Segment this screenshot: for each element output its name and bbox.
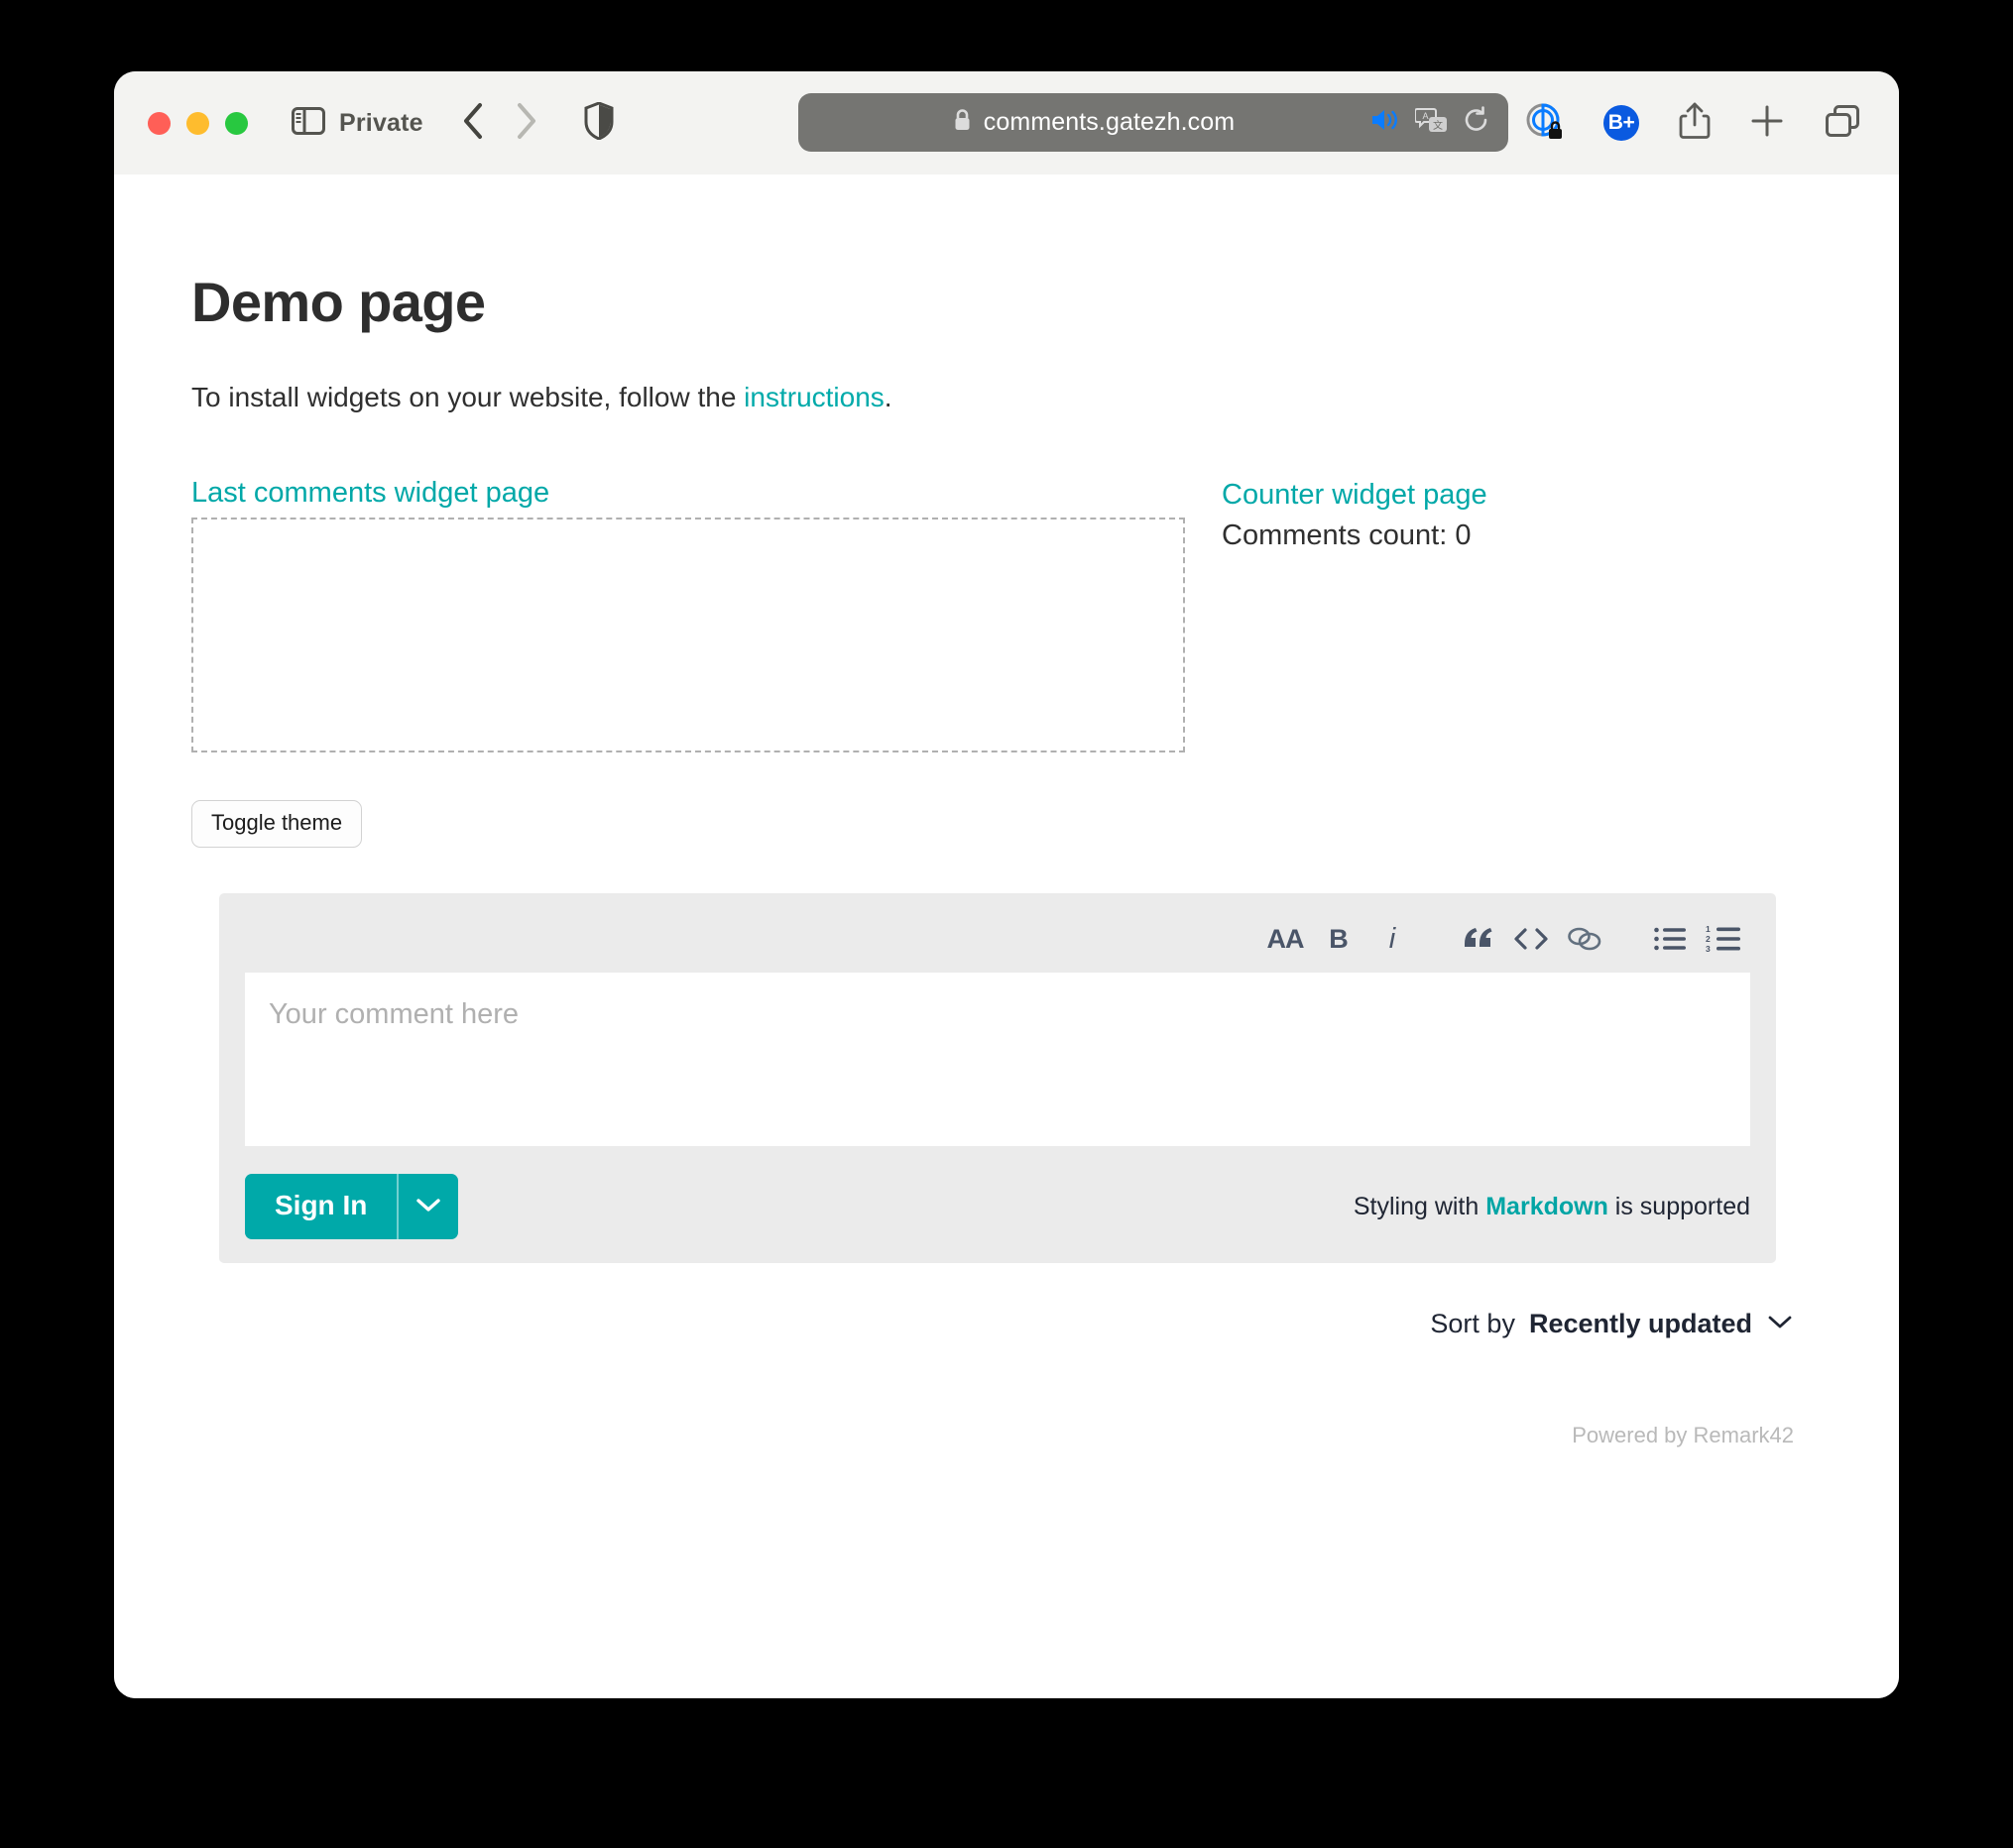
svg-text:3: 3 bbox=[1706, 944, 1711, 953]
font-size-label: AA bbox=[1266, 923, 1305, 954]
widgets-row: Last comments widget page Counter widget… bbox=[191, 477, 1822, 753]
bold-icon[interactable]: B bbox=[1312, 916, 1365, 962]
signin-dropdown-button[interactable] bbox=[397, 1174, 458, 1240]
code-icon[interactable] bbox=[1504, 916, 1558, 962]
italic-label: i bbox=[1388, 922, 1396, 955]
markdown-note-before: Styling with bbox=[1353, 1192, 1486, 1220]
address-bar[interactable]: comments.gatezh.com A 文 bbox=[798, 93, 1508, 152]
browser-toolbar: Private comments.gatezh.com A 文 B+ bbox=[114, 71, 1899, 174]
svg-text:1: 1 bbox=[1706, 925, 1711, 934]
toolbar-right-actions: B+ bbox=[1524, 71, 1861, 174]
last-comments-widget: Last comments widget page bbox=[191, 477, 1188, 753]
bitwarden-badge-icon[interactable]: B+ bbox=[1603, 105, 1639, 141]
counter-widget-link[interactable]: Counter widget page bbox=[1222, 479, 1487, 512]
svg-text:2: 2 bbox=[1706, 934, 1711, 944]
sidebar-toggle-button[interactable]: Private bbox=[292, 106, 423, 140]
chevron-right-icon[interactable] bbox=[515, 102, 538, 145]
signin-button[interactable]: Sign In bbox=[245, 1174, 397, 1239]
lock-icon bbox=[953, 108, 972, 137]
intro-text-before: To install widgets on your website, foll… bbox=[191, 382, 745, 412]
chevron-down-icon[interactable] bbox=[1766, 1313, 1794, 1335]
toggle-theme-button[interactable]: Toggle theme bbox=[191, 800, 363, 849]
counter-widget: Counter widget page Comments count: 0 bbox=[1222, 477, 1487, 552]
privacy-shield-icon bbox=[584, 100, 614, 145]
editor-format-toolbar: AA B i 1 2 3 bbox=[245, 911, 1750, 967]
page-title: Demo page bbox=[191, 271, 486, 333]
italic-icon[interactable]: i bbox=[1365, 916, 1419, 962]
minimize-window-button[interactable] bbox=[186, 111, 209, 135]
address-bar-actions: A 文 bbox=[1369, 106, 1490, 139]
new-tab-icon[interactable] bbox=[1750, 104, 1784, 143]
chevron-down-icon bbox=[415, 1197, 441, 1217]
comment-input-placeholder: Your comment here bbox=[269, 998, 520, 1031]
bold-label: B bbox=[1329, 923, 1349, 954]
sidebar-icon bbox=[292, 106, 325, 140]
privacy-report-icon[interactable] bbox=[1524, 101, 1564, 146]
page-content: Demo page To install widgets on your web… bbox=[114, 174, 1899, 1698]
comments-count-label: Comments count: 0 bbox=[1222, 520, 1472, 552]
signin-button-group: Sign In bbox=[245, 1174, 459, 1240]
powered-by-label: Powered by Remark42 bbox=[1572, 1423, 1794, 1448]
sort-by-label: Sort by bbox=[1430, 1309, 1515, 1339]
speaker-icon[interactable] bbox=[1369, 107, 1401, 138]
reload-icon[interactable] bbox=[1463, 106, 1490, 139]
address-bar-center: comments.gatezh.com bbox=[818, 108, 1369, 137]
intro-text-after: . bbox=[884, 382, 892, 412]
window-controls bbox=[148, 111, 248, 135]
svg-text:文: 文 bbox=[1433, 119, 1443, 132]
svg-text:A: A bbox=[1422, 111, 1428, 121]
chevron-left-icon[interactable] bbox=[461, 102, 485, 145]
navigation-arrows bbox=[461, 102, 538, 145]
last-comments-widget-link[interactable]: Last comments widget page bbox=[191, 477, 1188, 510]
markdown-link[interactable]: Markdown bbox=[1485, 1193, 1608, 1220]
private-mode-label: Private bbox=[339, 108, 423, 137]
markdown-support-note: Styling with Markdown is supported bbox=[1354, 1193, 1750, 1221]
font-size-icon[interactable]: AA bbox=[1258, 916, 1312, 962]
comment-editor: AA B i 1 2 3 Your comment here Sign In S… bbox=[219, 893, 1776, 1264]
markdown-note-after: is supported bbox=[1607, 1192, 1750, 1220]
comment-input[interactable]: Your comment here bbox=[245, 973, 1750, 1147]
blockquote-icon[interactable] bbox=[1451, 916, 1504, 962]
address-bar-url: comments.gatezh.com bbox=[983, 108, 1236, 136]
sort-control[interactable]: Sort by Recently updated bbox=[191, 1309, 1794, 1339]
close-window-button[interactable] bbox=[148, 111, 171, 135]
numbered-list-icon[interactable]: 1 2 3 bbox=[1697, 916, 1750, 962]
tab-overview-icon[interactable] bbox=[1824, 103, 1861, 144]
share-icon[interactable] bbox=[1679, 101, 1711, 146]
sort-by-value: Recently updated bbox=[1528, 1309, 1752, 1339]
last-comments-widget-placeholder bbox=[191, 518, 1185, 753]
editor-footer: Sign In Styling with Markdown is support… bbox=[245, 1174, 1750, 1240]
content-column: Demo page To install widgets on your web… bbox=[114, 270, 1899, 1448]
intro-paragraph: To install widgets on your website, foll… bbox=[191, 380, 1822, 415]
browser-window: Private comments.gatezh.com A 文 B+ Demo … bbox=[114, 71, 1899, 1698]
bullet-list-icon[interactable] bbox=[1643, 916, 1697, 962]
zoom-window-button[interactable] bbox=[225, 111, 248, 135]
privacy-shield-button[interactable] bbox=[584, 100, 614, 145]
link-icon[interactable] bbox=[1558, 916, 1611, 962]
instructions-link[interactable]: instructions bbox=[744, 382, 885, 412]
translate-icon[interactable]: A 文 bbox=[1414, 106, 1449, 139]
